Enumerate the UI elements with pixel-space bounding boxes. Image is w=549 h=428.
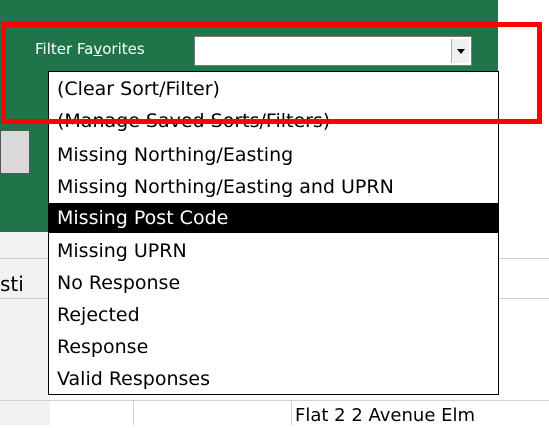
filter-favorites-combobox[interactable] <box>194 36 472 66</box>
filter-favorites-label: Filter Favorites <box>35 40 145 58</box>
partial-button[interactable] <box>0 130 30 174</box>
chevron-down-icon <box>456 48 465 54</box>
dropdown-item-no-response[interactable]: No Response <box>49 268 498 298</box>
address-cell[interactable]: Flat 2 2 Avenue Elm <box>295 404 475 428</box>
dropdown-item-clear-sort-filter[interactable]: (Clear Sort/Filter) <box>49 74 498 104</box>
dropdown-item-manage-saved[interactable]: (Manage Saved Sorts/Filters) <box>49 106 498 136</box>
grid-line <box>133 400 134 425</box>
dropdown-arrow-button[interactable] <box>451 39 469 63</box>
dropdown-item-missing-uprn[interactable]: Missing UPRN <box>49 236 498 266</box>
grid-line <box>291 400 292 425</box>
dropdown-item-response[interactable]: Response <box>49 332 498 362</box>
filter-favorites-dropdown-list[interactable]: (Clear Sort/Filter) (Manage Saved Sorts/… <box>48 71 499 395</box>
dropdown-item-missing-northing-easting[interactable]: Missing Northing/Easting <box>49 140 498 170</box>
grid-row-selector-column <box>0 232 50 425</box>
grid-line <box>0 400 549 401</box>
dropdown-item-valid-responses[interactable]: Valid Responses <box>49 364 498 394</box>
dropdown-item-missing-post-code[interactable]: Missing Post Code <box>49 203 498 233</box>
dropdown-item-rejected[interactable]: Rejected <box>49 300 498 330</box>
partial-column-text: sti <box>0 272 24 296</box>
dropdown-item-missing-northing-easting-uprn[interactable]: Missing Northing/Easting and UPRN <box>49 172 498 202</box>
